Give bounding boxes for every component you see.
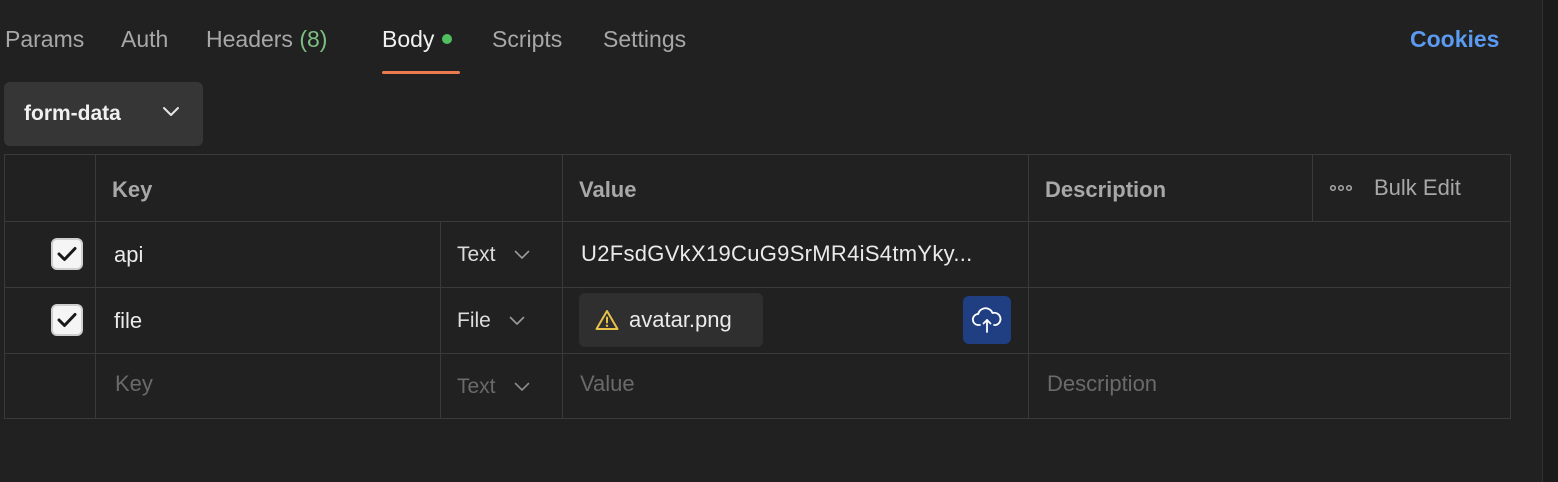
- row-enabled-checkbox[interactable]: [51, 238, 83, 270]
- key-column-header: Key: [112, 177, 153, 202]
- tab-body[interactable]: Body: [382, 26, 453, 53]
- value-type-label: Text: [457, 243, 496, 266]
- file-name: avatar.png: [629, 307, 732, 332]
- chevron-down-icon: [509, 316, 525, 325]
- warning-icon: [595, 310, 619, 330]
- column-divider: [440, 221, 441, 419]
- column-divider: [95, 155, 96, 419]
- more-horizontal-icon: [1330, 184, 1352, 192]
- upload-file-button[interactable]: [963, 296, 1011, 344]
- active-tab-underline: [382, 71, 460, 74]
- body-active-dot: [442, 34, 453, 44]
- selected-file-chip[interactable]: avatar.png: [579, 293, 763, 347]
- row-divider: [5, 353, 1510, 354]
- right-panel-edge: [1542, 0, 1558, 482]
- chevron-down-icon: [514, 382, 529, 391]
- request-tabs: Params Auth Headers (8) Body Scripts Set…: [0, 0, 1530, 74]
- column-divider: [562, 155, 563, 419]
- value-column-header: Value: [579, 177, 637, 202]
- cloud-upload-icon: [972, 307, 1002, 333]
- tab-auth[interactable]: Auth: [121, 26, 168, 53]
- row-enabled-checkbox[interactable]: [51, 304, 83, 336]
- tab-params[interactable]: Params: [5, 26, 84, 53]
- new-value-input[interactable]: Value: [580, 371, 635, 397]
- new-key-input[interactable]: Key: [115, 371, 153, 397]
- new-description-input[interactable]: Description: [1047, 371, 1157, 397]
- chevron-down-icon: [163, 107, 179, 116]
- value-cell[interactable]: U2FsdGVkX19CuG9SrMR4iS4tmYky...: [581, 241, 1013, 267]
- value-type-label: Text: [457, 375, 496, 398]
- description-column-header: Description: [1045, 177, 1167, 202]
- check-icon: [57, 313, 77, 327]
- tab-headers-label: Headers: [206, 26, 293, 52]
- key-cell[interactable]: api: [114, 242, 143, 268]
- tab-settings[interactable]: Settings: [603, 26, 686, 53]
- form-data-table: Key Value Description Bulk Edit api Text…: [4, 154, 1511, 419]
- row-divider: [5, 287, 1510, 288]
- new-value-type-dropdown[interactable]: Text: [457, 375, 530, 399]
- tab-body-label: Body: [382, 26, 435, 52]
- value-type-dropdown[interactable]: Text: [457, 243, 530, 267]
- chevron-down-icon: [514, 250, 529, 259]
- headers-count-badge: (8): [299, 26, 328, 52]
- bulk-edit-button[interactable]: Bulk Edit: [1330, 175, 1461, 201]
- key-cell[interactable]: file: [114, 308, 142, 334]
- bulk-edit-label: Bulk Edit: [1374, 175, 1461, 200]
- body-mode-label: form-data: [24, 102, 121, 125]
- value-type-dropdown[interactable]: File: [457, 309, 525, 333]
- check-icon: [57, 247, 77, 261]
- column-divider: [1312, 155, 1313, 221]
- tab-headers[interactable]: Headers (8): [206, 26, 327, 53]
- value-type-label: File: [457, 309, 491, 332]
- column-divider: [1028, 155, 1029, 419]
- row-divider: [5, 221, 1510, 222]
- body-mode-dropdown[interactable]: form-data: [4, 82, 203, 146]
- tab-scripts[interactable]: Scripts: [492, 26, 562, 53]
- cookies-link[interactable]: Cookies: [1410, 26, 1499, 53]
